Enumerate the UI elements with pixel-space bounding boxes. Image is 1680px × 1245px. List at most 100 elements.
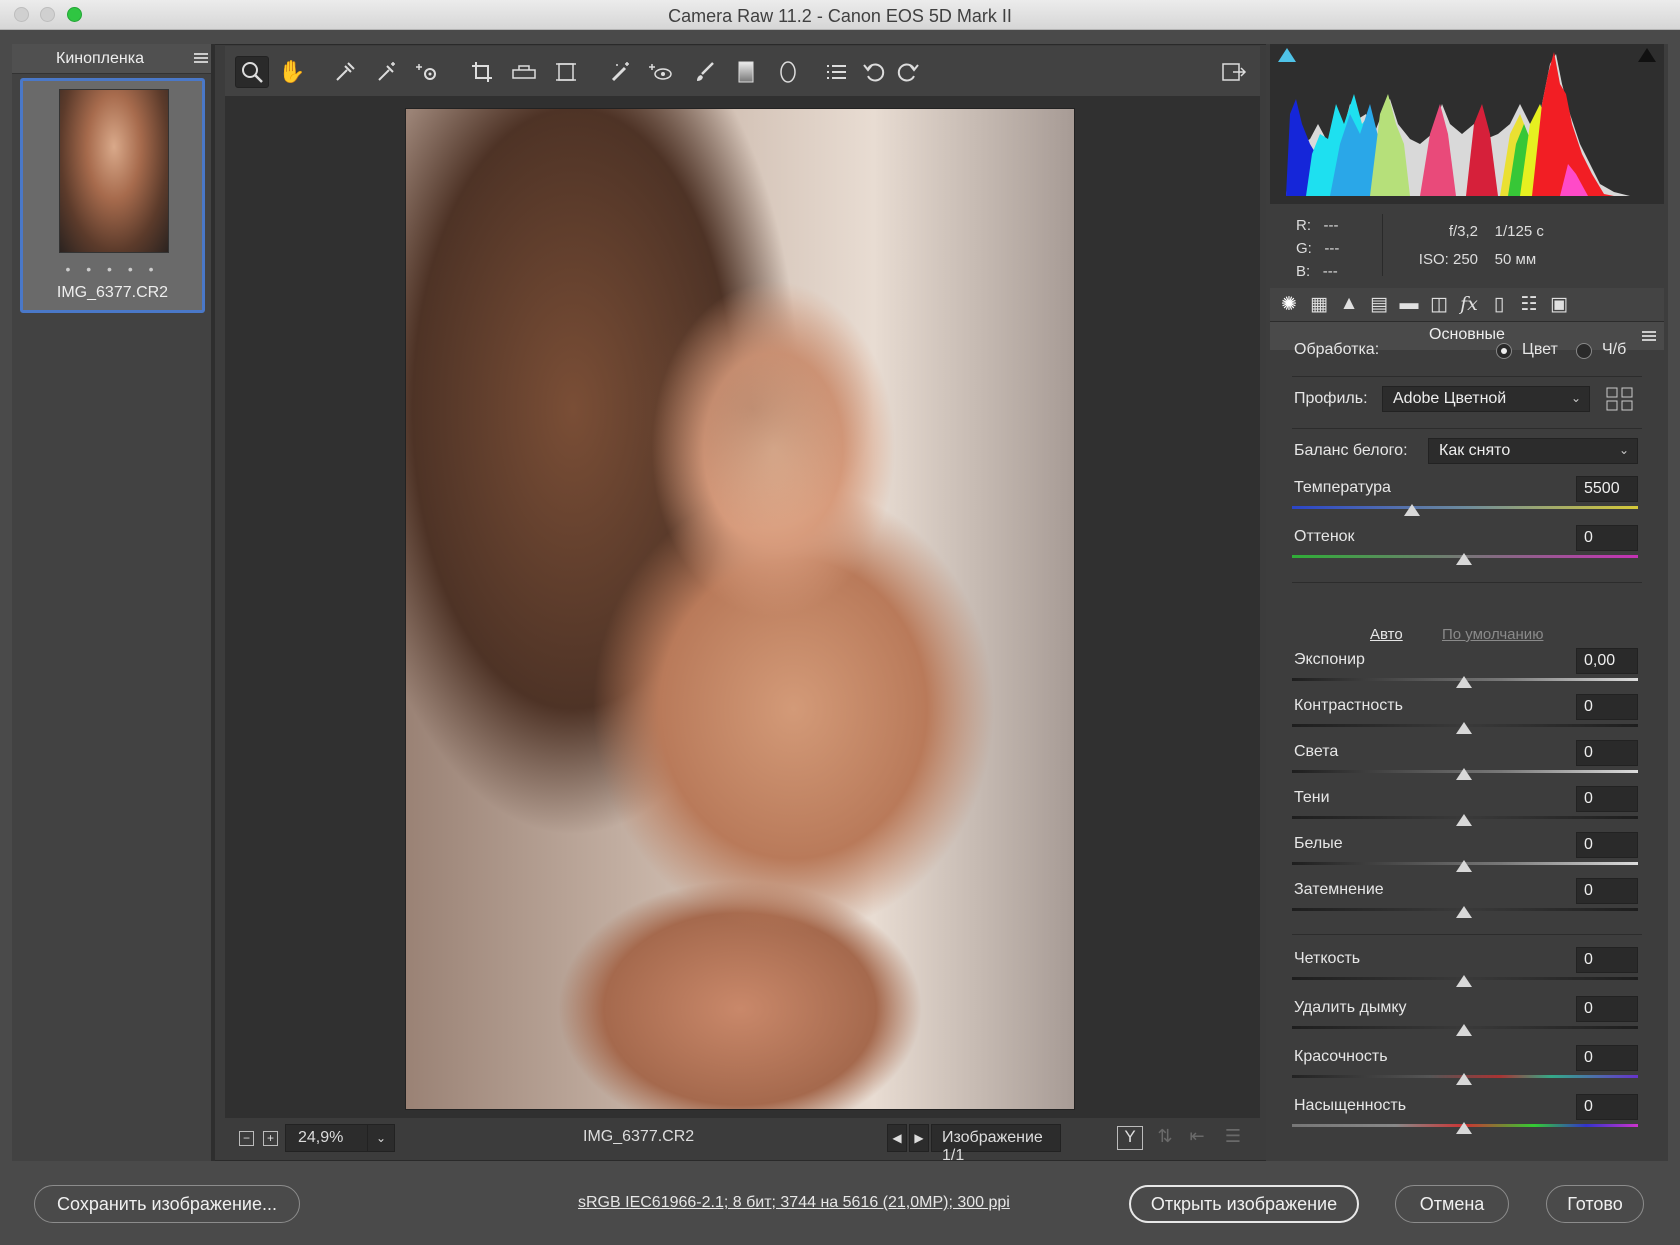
histogram [1270, 44, 1664, 204]
temperature-slider-thumb[interactable] [1404, 504, 1420, 516]
window-title: Camera Raw 11.2 - Canon EOS 5D Mark II [668, 6, 1012, 26]
toolbar: ✋ [225, 46, 1260, 96]
profile-select[interactable]: Adobe Цветной ⌄ [1382, 386, 1590, 412]
highlights-value[interactable]: 0 [1576, 740, 1638, 766]
spot-removal-icon[interactable] [604, 56, 638, 88]
exposure-slider-thumb[interactable] [1456, 676, 1472, 688]
adjustment-brush-icon[interactable] [688, 56, 722, 88]
panel-tabs: ✺ ▦ ▲ ▤ ▬ ◫ fx ▯ ☷ ▣ [1270, 288, 1664, 322]
swap-settings-icon[interactable]: ⇅ [1153, 1126, 1177, 1150]
separator [1292, 934, 1642, 935]
saturation-slider-thumb[interactable] [1456, 1122, 1472, 1134]
zoom-level-field[interactable]: 24,9% [285, 1124, 377, 1152]
highlights-slider-thumb[interactable] [1456, 768, 1472, 780]
radial-filter-icon[interactable] [771, 56, 805, 88]
white-balance-select[interactable]: Как снято ⌄ [1428, 438, 1638, 464]
tint-label: Оттенок [1294, 528, 1355, 545]
done-button[interactable]: Готово [1546, 1185, 1644, 1223]
workflow-options-link[interactable]: sRGB IEC61966-2.1; 8 бит; 3744 на 5616 (… [578, 1194, 1010, 1212]
chevron-down-icon: ⌄ [1618, 443, 1629, 457]
preview-canvas[interactable] [225, 96, 1260, 1118]
profile-value: Adobe Цветной [1393, 390, 1507, 407]
saturation-value[interactable]: 0 [1576, 1094, 1638, 1120]
tint-slider-thumb[interactable] [1456, 553, 1472, 565]
tab-snapshots-icon[interactable]: ▣ [1546, 293, 1572, 317]
prev-image-icon[interactable]: ◀ [887, 1124, 907, 1152]
hand-icon[interactable]: ✋ [275, 56, 309, 88]
zoom-dropdown-chevron-icon[interactable]: ⌄ [367, 1124, 395, 1152]
open-preferences-icon[interactable] [1217, 56, 1251, 88]
filmstrip-menu-icon[interactable] [194, 53, 208, 63]
treatment-bw-radio[interactable] [1576, 343, 1592, 359]
treatment-color-label[interactable]: Цвет [1522, 341, 1558, 359]
zoom-in-icon[interactable]: + [263, 1131, 278, 1146]
white-balance-icon[interactable] [328, 56, 362, 88]
tab-tone-curve-icon[interactable]: ▦ [1306, 293, 1332, 317]
treatment-bw-label[interactable]: Ч/б [1602, 341, 1626, 359]
image-counter: Изображение 1/1 [931, 1124, 1061, 1164]
tab-lens-corrections-icon[interactable]: ◫ [1426, 293, 1452, 317]
blacks-slider-thumb[interactable] [1456, 906, 1472, 918]
vibrance-slider-thumb[interactable] [1456, 1073, 1472, 1085]
contrast-value[interactable]: 0 [1576, 694, 1638, 720]
contrast-slider-thumb[interactable] [1456, 722, 1472, 734]
shadows-value[interactable]: 0 [1576, 786, 1638, 812]
copy-settings-icon[interactable]: ⇤ [1185, 1126, 1209, 1150]
clarity-value[interactable]: 0 [1576, 947, 1638, 973]
clarity-slider-thumb[interactable] [1456, 975, 1472, 987]
shadows-label: Тени [1294, 789, 1330, 806]
tab-calibration-icon[interactable]: ▯ [1486, 293, 1512, 317]
blacks-value[interactable]: 0 [1576, 878, 1638, 904]
crop-icon[interactable] [465, 56, 499, 88]
before-after-toggle[interactable]: Y [1117, 1126, 1143, 1150]
separator [1292, 582, 1642, 583]
red-eye-icon[interactable] [644, 56, 678, 88]
whites-slider-thumb[interactable] [1456, 860, 1472, 872]
panel-menu-icon[interactable] [1642, 331, 1656, 341]
filmstrip-header: Кинопленка [12, 44, 211, 74]
profile-browser-icon[interactable] [1606, 387, 1634, 416]
tab-basic-icon[interactable]: ✺ [1276, 293, 1302, 317]
shadows-slider-thumb[interactable] [1456, 814, 1472, 826]
tint-value[interactable]: 0 [1576, 525, 1638, 551]
right-panel: R: --- G: --- B: --- f/3,2 1/125 с ISO: … [1266, 44, 1668, 1161]
targeted-adjustment-icon[interactable] [411, 56, 445, 88]
dehaze-slider-thumb[interactable] [1456, 1024, 1472, 1036]
whites-value[interactable]: 0 [1576, 832, 1638, 858]
temperature-slider-track[interactable] [1292, 506, 1638, 509]
straighten-icon[interactable] [507, 56, 541, 88]
color-sampler-icon[interactable] [370, 56, 404, 88]
vibrance-value[interactable]: 0 [1576, 1045, 1638, 1071]
dehaze-value[interactable]: 0 [1576, 996, 1638, 1022]
tab-detail-icon[interactable]: ▲ [1336, 293, 1362, 317]
toggle-settings-icon[interactable]: ☰ [1221, 1126, 1245, 1150]
thumbnail-image [59, 89, 169, 253]
treatment-color-radio[interactable] [1496, 343, 1512, 359]
zoom-icon[interactable] [235, 56, 269, 88]
temperature-value[interactable]: 5500 [1576, 476, 1638, 502]
rating-dots[interactable]: • • • • • [23, 261, 202, 277]
zoom-out-icon[interactable]: − [239, 1131, 254, 1146]
footer-bar: Сохранить изображение... sRGB IEC61966-2… [0, 1163, 1680, 1245]
tab-presets-icon[interactable]: ☷ [1516, 293, 1542, 317]
filmstrip-thumbnail[interactable]: • • • • • IMG_6377.CR2 [20, 78, 205, 313]
r-label: R: [1296, 217, 1311, 234]
tab-effects-icon[interactable]: fx [1456, 293, 1482, 317]
default-link[interactable]: По умолчанию [1442, 626, 1543, 643]
presets-list-icon[interactable] [819, 56, 853, 88]
rotate-right-icon[interactable] [891, 56, 925, 88]
save-image-button[interactable]: Сохранить изображение... [34, 1185, 300, 1223]
next-image-icon[interactable]: ▶ [909, 1124, 929, 1152]
focal-length-value: 50 мм [1494, 251, 1537, 268]
graduated-filter-icon[interactable] [729, 56, 763, 88]
tab-hsl-icon[interactable]: ▤ [1366, 293, 1392, 317]
preview-photo[interactable] [405, 108, 1075, 1110]
rotate-left-icon[interactable] [857, 56, 891, 88]
cancel-button[interactable]: Отмена [1395, 1185, 1509, 1223]
chevron-down-icon: ⌄ [1570, 391, 1581, 405]
tab-split-toning-icon[interactable]: ▬ [1396, 293, 1422, 317]
open-image-button[interactable]: Открыть изображение [1129, 1185, 1359, 1223]
transform-icon[interactable] [549, 56, 583, 88]
auto-link[interactable]: Авто [1370, 626, 1403, 643]
exposure-value[interactable]: 0,00 [1576, 648, 1638, 674]
